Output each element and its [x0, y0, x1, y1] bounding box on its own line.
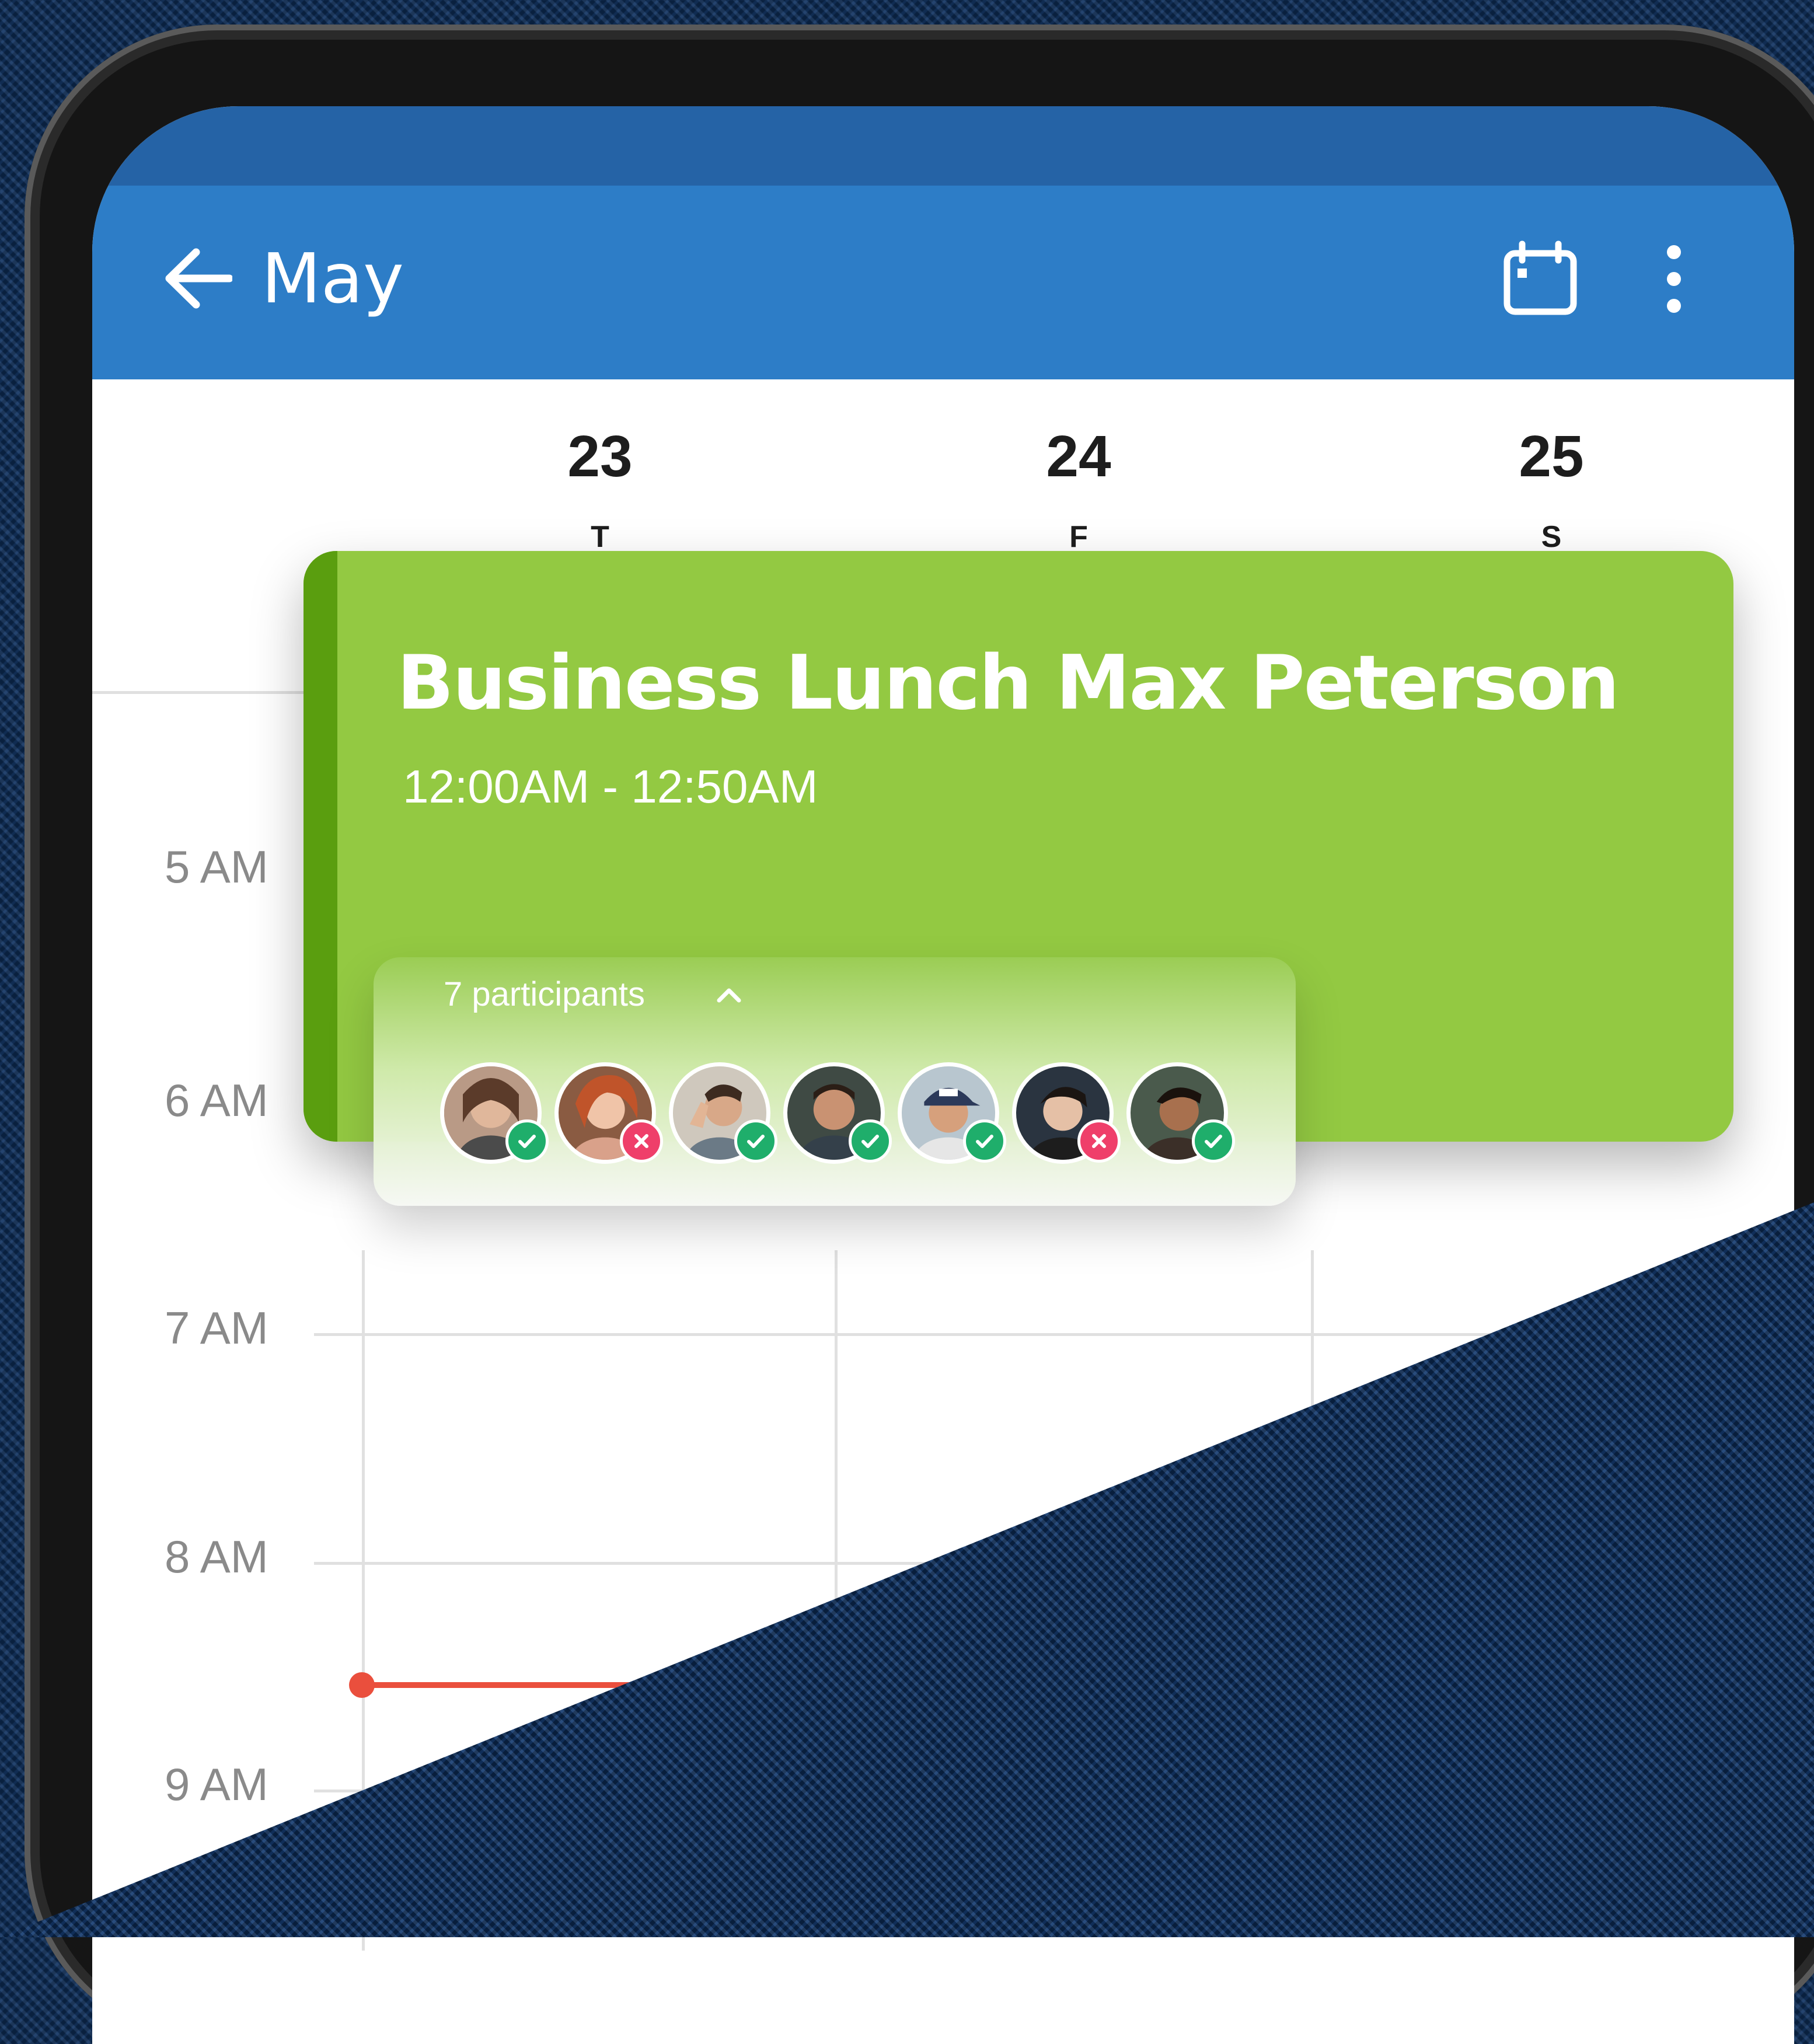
accepted-badge	[963, 1119, 1006, 1163]
accepted-badge	[849, 1119, 892, 1163]
hour-label: 5 AM	[165, 841, 268, 892]
hour-label: 8 AM	[165, 1531, 268, 1582]
day-letter: T	[591, 520, 609, 554]
day-letter: S	[1541, 520, 1562, 554]
accepted-badge	[505, 1119, 549, 1163]
grid-column-line	[1311, 1250, 1314, 1425]
month-title[interactable]: May	[261, 244, 404, 313]
day-number: 24	[1046, 424, 1111, 489]
grid-column-line	[835, 1250, 838, 1659]
day-header-25[interactable]: 25 S	[1493, 427, 1610, 554]
arrow-left-icon[interactable]	[162, 246, 232, 311]
event-accent-bar	[304, 551, 337, 1142]
current-time-dot	[349, 1672, 375, 1698]
event-time: 12:00AM - 12:50AM	[403, 761, 818, 812]
day-header-24[interactable]: 24 F	[1020, 427, 1137, 554]
declined-badge	[620, 1119, 663, 1163]
calendar-icon[interactable]	[1502, 240, 1578, 316]
day-number: 25	[1519, 424, 1584, 489]
hour-label: 9 AM	[165, 1759, 268, 1810]
event-title: Business Lunch Max Peterson	[397, 640, 1620, 727]
hour-label: 6 AM	[165, 1075, 268, 1126]
day-header-23[interactable]: 23 T	[542, 427, 658, 554]
participants-count[interactable]: 7 participants	[444, 975, 645, 1014]
day-letter: F	[1069, 520, 1088, 554]
status-bar	[92, 106, 1794, 186]
chevron-up-icon[interactable]	[714, 981, 744, 1010]
accepted-badge	[1192, 1119, 1235, 1163]
accepted-badge	[734, 1119, 777, 1163]
hour-label: 7 AM	[165, 1302, 268, 1354]
declined-badge	[1077, 1119, 1121, 1163]
more-vertical-icon[interactable]	[1662, 244, 1686, 314]
day-number: 23	[567, 424, 633, 489]
participants-panel: 7 participants	[374, 957, 1296, 1206]
